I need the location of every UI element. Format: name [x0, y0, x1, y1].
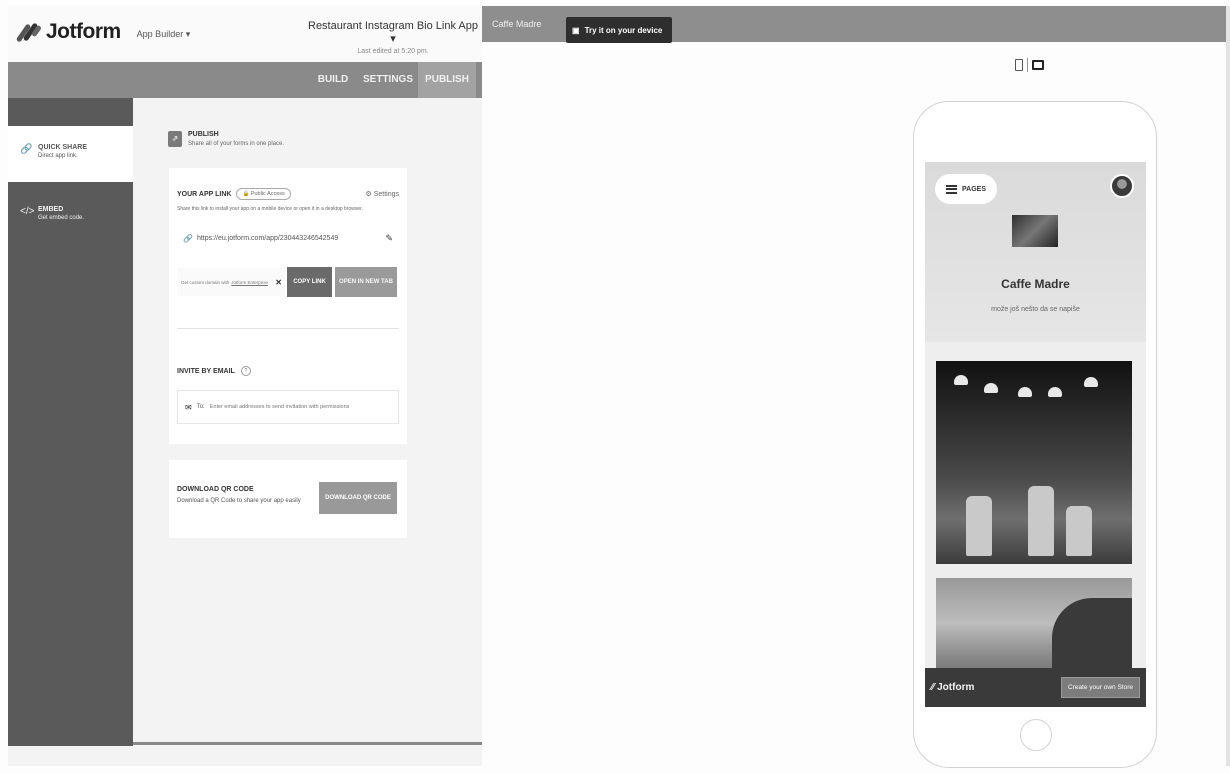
custom-domain-box: Get custom domain with Jotform Enterpris…: [177, 268, 285, 296]
mail-icon: ✉: [185, 402, 192, 412]
jotform-logo-icon: [15, 21, 42, 43]
try-device-label: Try it on your device: [584, 25, 663, 35]
device-toggle: [1015, 58, 1044, 72]
sidebar-item-subtitle: Direct app link.: [38, 153, 78, 159]
app-link-header: YOUR APP LINK 🔒 Public Access ⚙ Settings: [177, 188, 399, 200]
custom-domain-text: Get custom domain with: [181, 279, 230, 285]
phone-view-icon[interactable]: [1015, 59, 1023, 71]
sidebar-item-text: QUICK SHARE Direct app link.: [38, 144, 87, 159]
jotform-promo-bar: ⁄⁄ Jotform Create your own Store: [925, 668, 1146, 707]
cafe-subtitle: može još nešto da se napiše: [991, 306, 1080, 313]
preview-app-name: Caffe Madre: [492, 19, 542, 29]
promo-logo-text: Jotform: [937, 682, 975, 693]
phone-screen: PAGES Caffe Madre može još nešto da se n…: [925, 162, 1146, 707]
publish-heading: ⇗ PUBLISH Share all of your forms in one…: [168, 131, 284, 147]
top-header: Jotform App Builder ▾ Restaurant Instagr…: [8, 6, 482, 62]
lamp-shape: [954, 375, 968, 385]
to-label: To:: [196, 404, 205, 410]
cafe-logo-image: [1012, 215, 1058, 247]
link-icon: 🔗: [20, 144, 33, 155]
sidebar-item-text: EMBED Get embed code.: [38, 206, 84, 221]
create-store-button[interactable]: Create your own Store: [1060, 677, 1140, 698]
settings-link[interactable]: ⚙ Settings: [365, 190, 399, 198]
qr-code-card: DOWNLOAD QR CODE Download a QR Code to s…: [169, 460, 407, 538]
app-title[interactable]: Restaurant Instagram Bio Link App ▾: [308, 20, 478, 45]
phone-preview: PAGES Caffe Madre može još nešto da se n…: [913, 101, 1157, 768]
builder-panel: Jotform App Builder ▾ Restaurant Instagr…: [8, 6, 482, 766]
publish-subtitle: Share all of your forms in one place.: [188, 141, 285, 147]
tab-settings[interactable]: SETTINGS: [363, 62, 413, 98]
open-new-tab-button[interactable]: OPEN IN NEW TAB: [335, 267, 397, 297]
app-link-description: Share this link to install your app on a…: [177, 206, 363, 212]
lamp-shape: [1048, 387, 1062, 397]
horizontal-scrollbar[interactable]: [133, 742, 482, 745]
chair-shape: [1066, 506, 1092, 556]
app-builder-dropdown[interactable]: App Builder ▾: [137, 29, 191, 40]
publish-sidebar: 🔗 QUICK SHARE Direct app link. </> EMBED…: [8, 98, 133, 746]
preview-topbar: Caffe Madre ▣ Try it on your device: [482, 6, 1230, 43]
cafe-interior-photo[interactable]: [936, 361, 1132, 564]
app-title-block[interactable]: Restaurant Instagram Bio Link App ▾ Last…: [308, 20, 478, 55]
app-url-text: https://eu.jotform.com/app/2304432465425…: [196, 234, 339, 242]
lamp-shape: [984, 383, 998, 393]
public-access-badge[interactable]: 🔒 Public Access: [236, 188, 291, 200]
close-icon[interactable]: ✕: [275, 278, 282, 287]
enterprise-link[interactable]: Jotform Enterprise: [231, 280, 268, 285]
chair-shape: [966, 496, 992, 556]
logo-text: Jotform: [46, 20, 121, 43]
copy-link-button[interactable]: COPY LINK: [287, 267, 332, 297]
sidebar-item-title: EMBED: [38, 206, 64, 213]
tab-publish[interactable]: PUBLISH: [418, 62, 476, 98]
avatar[interactable]: [1110, 174, 1134, 198]
app-header: PAGES Caffe Madre može još nešto da se n…: [925, 162, 1146, 342]
qr-description: Download a QR Code to share your app eas…: [177, 498, 301, 504]
invite-email-field[interactable]: ✉ To:: [177, 390, 399, 424]
share-icon: ⇗: [168, 131, 182, 147]
publish-content: ⇗ PUBLISH Share all of your forms in one…: [133, 98, 482, 742]
pages-label: PAGES: [962, 185, 986, 193]
publish-title: PUBLISH: [188, 131, 219, 138]
sidebar-item-subtitle: Get embed code.: [38, 215, 85, 221]
sidebar-item-title: QUICK SHARE: [38, 144, 88, 151]
lamp-shape: [1018, 387, 1032, 397]
code-icon: </>: [20, 206, 35, 217]
cafe-title: Caffe Madre: [1001, 277, 1070, 291]
link-actions: Get custom domain with Jotform Enterpris…: [177, 266, 399, 298]
qr-code-icon: ▣: [572, 25, 580, 35]
app-builder-page: Jotform App Builder ▾ Restaurant Instagr…: [0, 0, 1230, 773]
email-input[interactable]: [209, 404, 390, 410]
home-button[interactable]: [1020, 719, 1052, 751]
tablet-view-icon[interactable]: [1032, 60, 1044, 70]
sidebar-item-embed[interactable]: </> EMBED Get embed code.: [8, 188, 133, 244]
divider: [177, 328, 399, 329]
download-qr-button[interactable]: DOWNLOAD QR CODE: [319, 482, 397, 514]
last-edited-text: Last edited at 5:20 pm.: [357, 48, 429, 55]
try-on-device-button[interactable]: ▣ Try it on your device: [566, 17, 672, 43]
promo-logo: ⁄⁄ Jotform: [931, 682, 975, 693]
builder-tabs: BUILD SETTINGS PUBLISH: [8, 62, 482, 98]
chair-shape: [1028, 486, 1054, 556]
qr-title: DOWNLOAD QR CODE: [177, 486, 254, 493]
info-icon[interactable]: ?: [240, 366, 251, 376]
jotform-logo[interactable]: Jotform App Builder ▾: [15, 20, 191, 44]
invite-header: INVITE BY EMAIL ?: [177, 366, 251, 376]
pencil-icon[interactable]: ✎: [385, 233, 393, 244]
pages-menu-button[interactable]: PAGES: [935, 174, 997, 204]
app-url-field[interactable]: 🔗 https://eu.jotform.com/app/23044324654…: [177, 224, 399, 252]
link-icon: 🔗: [183, 233, 193, 243]
app-link-card: YOUR APP LINK 🔒 Public Access ⚙ Settings…: [169, 168, 407, 444]
divider: [1027, 58, 1028, 72]
tab-build[interactable]: BUILD: [313, 62, 353, 98]
invite-label: INVITE BY EMAIL: [177, 367, 235, 375]
hamburger-menu-icon: [946, 184, 957, 194]
sidebar-item-quick-share[interactable]: 🔗 QUICK SHARE Direct app link.: [8, 126, 133, 182]
app-link-label: YOUR APP LINK: [177, 190, 232, 198]
scrollbar[interactable]: [1226, 6, 1230, 766]
lamp-shape: [1084, 377, 1098, 387]
